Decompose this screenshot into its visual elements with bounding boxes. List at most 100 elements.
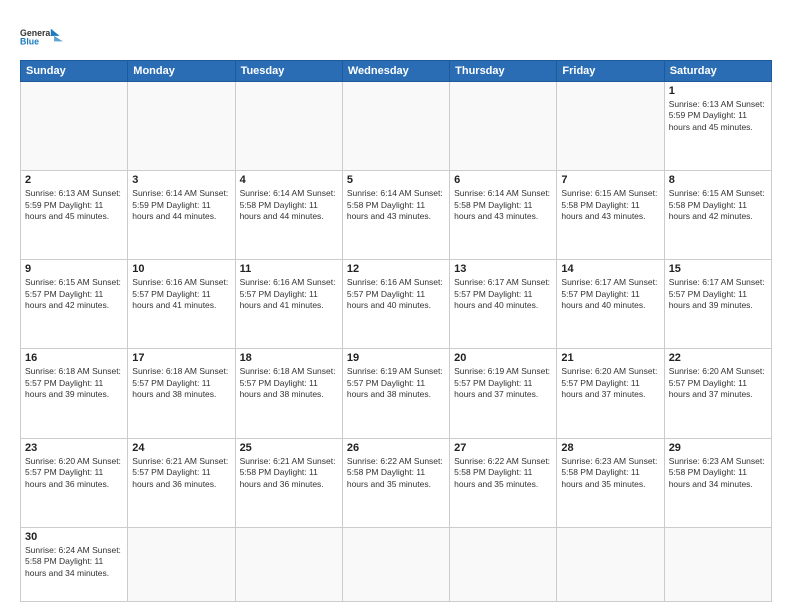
calendar-cell xyxy=(664,527,771,601)
day-info: Sunrise: 6:15 AM Sunset: 5:58 PM Dayligh… xyxy=(561,188,659,222)
day-info: Sunrise: 6:17 AM Sunset: 5:57 PM Dayligh… xyxy=(669,277,767,311)
calendar-cell: 12 Sunrise: 6:16 AM Sunset: 5:57 PM Dayli… xyxy=(342,260,449,349)
day-number: 6 xyxy=(454,174,552,186)
calendar-cell: 18 Sunrise: 6:18 AM Sunset: 5:57 PM Dayli… xyxy=(235,349,342,438)
calendar-cell: 27 Sunrise: 6:22 AM Sunset: 5:58 PM Dayli… xyxy=(450,438,557,527)
calendar-cell: 22 Sunrise: 6:20 AM Sunset: 5:57 PM Dayli… xyxy=(664,349,771,438)
day-number: 12 xyxy=(347,263,445,275)
day-info: Sunrise: 6:15 AM Sunset: 5:57 PM Dayligh… xyxy=(25,277,123,311)
day-number: 26 xyxy=(347,442,445,454)
day-info: Sunrise: 6:20 AM Sunset: 5:57 PM Dayligh… xyxy=(25,456,123,490)
day-info: Sunrise: 6:18 AM Sunset: 5:57 PM Dayligh… xyxy=(240,366,338,400)
day-info: Sunrise: 6:23 AM Sunset: 5:58 PM Dayligh… xyxy=(669,456,767,490)
day-number: 1 xyxy=(669,85,767,97)
day-info: Sunrise: 6:21 AM Sunset: 5:57 PM Dayligh… xyxy=(132,456,230,490)
calendar-cell: 8Sunrise: 6:15 AM Sunset: 5:58 PM Daylig… xyxy=(664,171,771,260)
day-number: 18 xyxy=(240,352,338,364)
calendar-cell: 26 Sunrise: 6:22 AM Sunset: 5:58 PM Dayli… xyxy=(342,438,449,527)
day-number: 27 xyxy=(454,442,552,454)
calendar-cell: 28 Sunrise: 6:23 AM Sunset: 5:58 PM Dayli… xyxy=(557,438,664,527)
calendar-cell: 5 Sunrise: 6:14 AM Sunset: 5:58 PM Daylig… xyxy=(342,171,449,260)
day-info: Sunrise: 6:17 AM Sunset: 5:57 PM Dayligh… xyxy=(561,277,659,311)
col-tuesday: Tuesday xyxy=(235,61,342,82)
logo-icon: General Blue xyxy=(20,22,64,52)
calendar-cell: 21 Sunrise: 6:20 AM Sunset: 5:57 PM Dayli… xyxy=(557,349,664,438)
logo: General Blue xyxy=(20,18,64,52)
day-info: Sunrise: 6:17 AM Sunset: 5:57 PM Dayligh… xyxy=(454,277,552,311)
day-number: 14 xyxy=(561,263,659,275)
col-wednesday: Wednesday xyxy=(342,61,449,82)
col-saturday: Saturday xyxy=(664,61,771,82)
calendar-table: Sunday Monday Tuesday Wednesday Thursday… xyxy=(20,60,772,602)
day-number: 25 xyxy=(240,442,338,454)
day-number: 5 xyxy=(347,174,445,186)
day-number: 30 xyxy=(25,531,123,543)
day-info: Sunrise: 6:16 AM Sunset: 5:57 PM Dayligh… xyxy=(347,277,445,311)
calendar-cell xyxy=(557,527,664,601)
day-number: 21 xyxy=(561,352,659,364)
day-info: Sunrise: 6:22 AM Sunset: 5:58 PM Dayligh… xyxy=(347,456,445,490)
calendar-cell: 19Sunrise: 6:19 AM Sunset: 5:57 PM Dayli… xyxy=(342,349,449,438)
calendar-cell: 25Sunrise: 6:21 AM Sunset: 5:58 PM Dayli… xyxy=(235,438,342,527)
calendar-week-row: 1 Sunrise: 6:13 AM Sunset: 5:59 PM Daylig… xyxy=(21,82,772,171)
day-info: Sunrise: 6:20 AM Sunset: 5:57 PM Dayligh… xyxy=(669,366,767,400)
page: General Blue Sunday Monday Tuesday Wedne… xyxy=(0,0,792,612)
day-number: 8 xyxy=(669,174,767,186)
calendar-cell: 15 Sunrise: 6:17 AM Sunset: 5:57 PM Dayli… xyxy=(664,260,771,349)
calendar-cell: 30 Sunrise: 6:24 AM Sunset: 5:58 PM Dayli… xyxy=(21,527,128,601)
day-number: 2 xyxy=(25,174,123,186)
calendar-cell xyxy=(450,527,557,601)
day-number: 11 xyxy=(240,263,338,275)
day-info: Sunrise: 6:24 AM Sunset: 5:58 PM Dayligh… xyxy=(25,545,123,579)
day-number: 23 xyxy=(25,442,123,454)
day-number: 7 xyxy=(561,174,659,186)
calendar-cell: 3Sunrise: 6:14 AM Sunset: 5:59 PM Daylig… xyxy=(128,171,235,260)
calendar-cell: 2 Sunrise: 6:13 AM Sunset: 5:59 PM Daylig… xyxy=(21,171,128,260)
day-info: Sunrise: 6:16 AM Sunset: 5:57 PM Dayligh… xyxy=(240,277,338,311)
day-info: Sunrise: 6:19 AM Sunset: 5:57 PM Dayligh… xyxy=(347,366,445,400)
day-info: Sunrise: 6:16 AM Sunset: 5:57 PM Dayligh… xyxy=(132,277,230,311)
day-info: Sunrise: 6:14 AM Sunset: 5:58 PM Dayligh… xyxy=(240,188,338,222)
day-number: 22 xyxy=(669,352,767,364)
day-info: Sunrise: 6:18 AM Sunset: 5:57 PM Dayligh… xyxy=(25,366,123,400)
calendar-cell xyxy=(342,82,449,171)
day-info: Sunrise: 6:22 AM Sunset: 5:58 PM Dayligh… xyxy=(454,456,552,490)
calendar-cell xyxy=(128,527,235,601)
day-info: Sunrise: 6:13 AM Sunset: 5:59 PM Dayligh… xyxy=(669,99,767,133)
col-thursday: Thursday xyxy=(450,61,557,82)
day-number: 3 xyxy=(132,174,230,186)
calendar-cell: 1 Sunrise: 6:13 AM Sunset: 5:59 PM Daylig… xyxy=(664,82,771,171)
day-number: 15 xyxy=(669,263,767,275)
day-info: Sunrise: 6:19 AM Sunset: 5:57 PM Dayligh… xyxy=(454,366,552,400)
col-monday: Monday xyxy=(128,61,235,82)
day-info: Sunrise: 6:23 AM Sunset: 5:58 PM Dayligh… xyxy=(561,456,659,490)
day-info: Sunrise: 6:14 AM Sunset: 5:58 PM Dayligh… xyxy=(454,188,552,222)
calendar-cell: 7 Sunrise: 6:15 AM Sunset: 5:58 PM Daylig… xyxy=(557,171,664,260)
calendar-week-row: 16 Sunrise: 6:18 AM Sunset: 5:57 PM Dayli… xyxy=(21,349,772,438)
day-number: 20 xyxy=(454,352,552,364)
calendar-cell: 24Sunrise: 6:21 AM Sunset: 5:57 PM Dayli… xyxy=(128,438,235,527)
calendar-cell: 4Sunrise: 6:14 AM Sunset: 5:58 PM Daylig… xyxy=(235,171,342,260)
calendar-cell xyxy=(557,82,664,171)
col-friday: Friday xyxy=(557,61,664,82)
day-number: 28 xyxy=(561,442,659,454)
calendar-cell: 17Sunrise: 6:18 AM Sunset: 5:57 PM Dayli… xyxy=(128,349,235,438)
calendar-cell: 11 Sunrise: 6:16 AM Sunset: 5:57 PM Dayli… xyxy=(235,260,342,349)
calendar-cell xyxy=(450,82,557,171)
day-info: Sunrise: 6:18 AM Sunset: 5:57 PM Dayligh… xyxy=(132,366,230,400)
calendar-cell: 14 Sunrise: 6:17 AM Sunset: 5:57 PM Dayli… xyxy=(557,260,664,349)
calendar-cell: 9Sunrise: 6:15 AM Sunset: 5:57 PM Daylig… xyxy=(21,260,128,349)
calendar-cell: 6 Sunrise: 6:14 AM Sunset: 5:58 PM Daylig… xyxy=(450,171,557,260)
calendar-cell xyxy=(128,82,235,171)
calendar-cell xyxy=(235,527,342,601)
day-info: Sunrise: 6:20 AM Sunset: 5:57 PM Dayligh… xyxy=(561,366,659,400)
calendar-cell: 23 Sunrise: 6:20 AM Sunset: 5:57 PM Dayli… xyxy=(21,438,128,527)
calendar-week-row: 9Sunrise: 6:15 AM Sunset: 5:57 PM Daylig… xyxy=(21,260,772,349)
day-info: Sunrise: 6:14 AM Sunset: 5:58 PM Dayligh… xyxy=(347,188,445,222)
calendar-cell: 20 Sunrise: 6:19 AM Sunset: 5:57 PM Dayli… xyxy=(450,349,557,438)
day-number: 16 xyxy=(25,352,123,364)
day-info: Sunrise: 6:13 AM Sunset: 5:59 PM Dayligh… xyxy=(25,188,123,222)
calendar-week-row: 30 Sunrise: 6:24 AM Sunset: 5:58 PM Dayli… xyxy=(21,527,772,601)
calendar-week-row: 2 Sunrise: 6:13 AM Sunset: 5:59 PM Daylig… xyxy=(21,171,772,260)
col-sunday: Sunday xyxy=(21,61,128,82)
